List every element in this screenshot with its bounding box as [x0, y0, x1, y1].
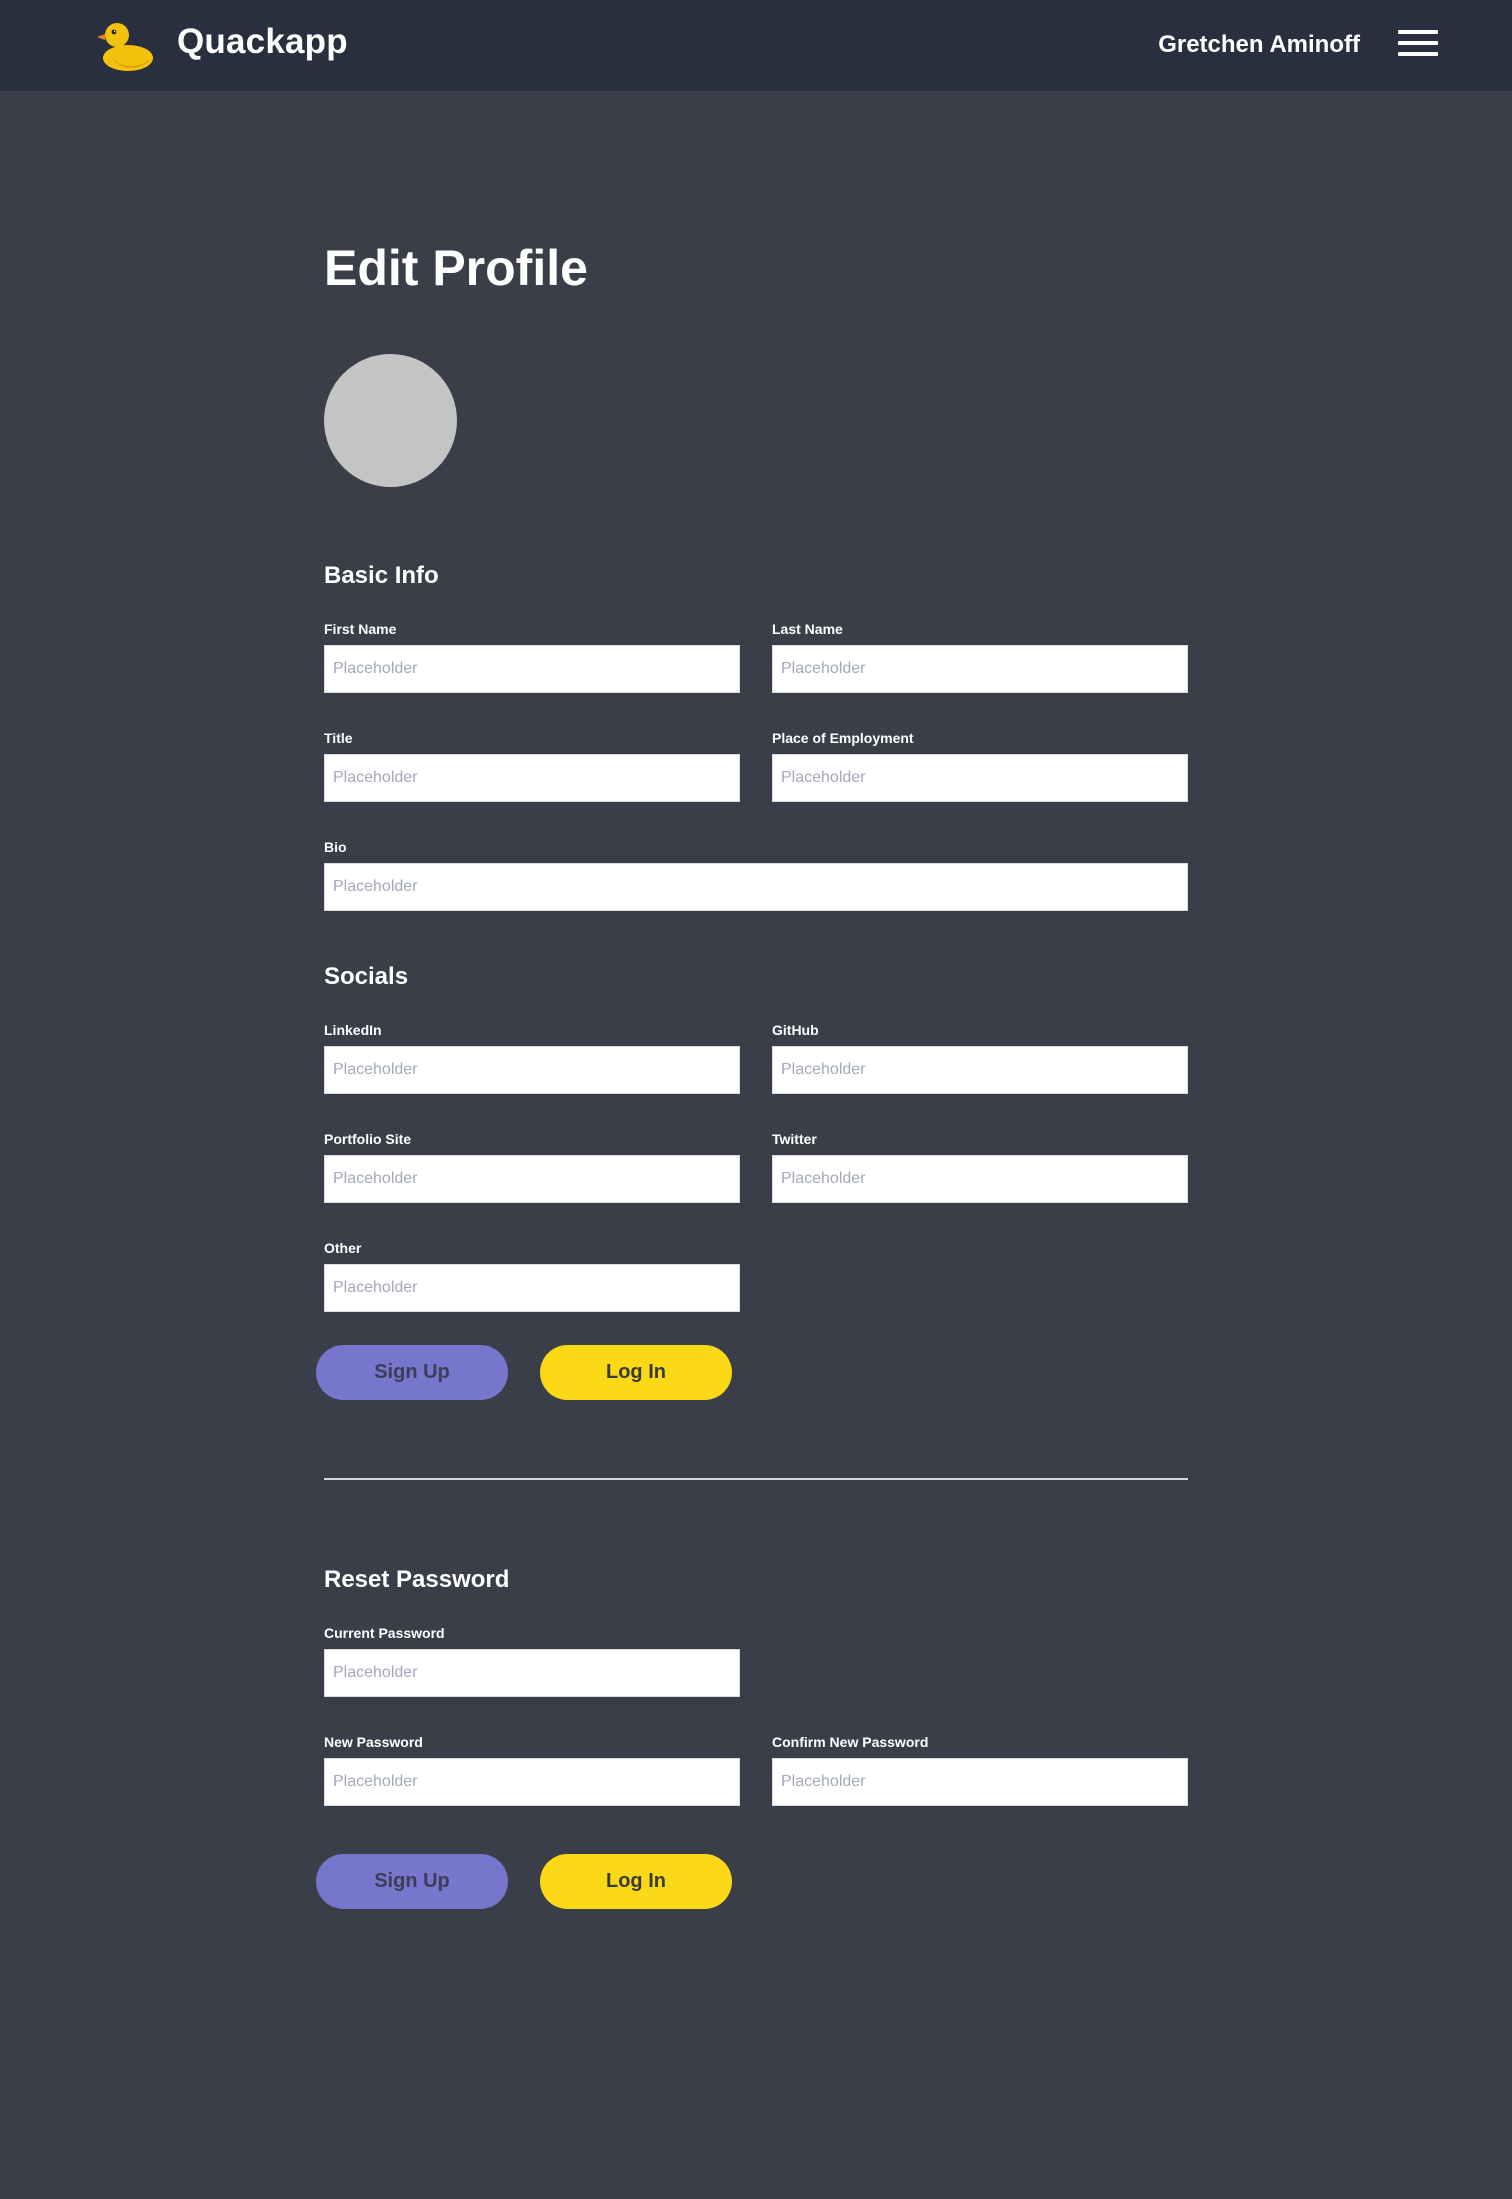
first-name-label: First Name — [324, 621, 397, 637]
other-label: Other — [324, 1240, 362, 1256]
new-password-label: New Password — [324, 1734, 423, 1750]
linkedin-field[interactable] — [324, 1046, 740, 1094]
password-log-in-button[interactable]: Log In — [540, 1854, 732, 1909]
reset-password-heading: Reset Password — [324, 1566, 510, 1593]
hamburger-menu-icon[interactable] — [1398, 30, 1438, 56]
current-password-field[interactable] — [324, 1649, 740, 1697]
confirm-password-label: Confirm New Password — [772, 1734, 929, 1750]
confirm-password-field[interactable] — [772, 1758, 1188, 1806]
socials-heading: Socials — [324, 963, 409, 990]
first-name-field[interactable] — [324, 645, 740, 693]
log-in-button[interactable]: Log In — [540, 1345, 732, 1400]
title-label: Title — [324, 730, 353, 746]
password-sign-up-button[interactable]: Sign Up — [316, 1854, 508, 1909]
new-password-field[interactable] — [324, 1758, 740, 1806]
duck-icon[interactable] — [96, 18, 154, 72]
bio-field[interactable] — [324, 863, 1188, 911]
twitter-field[interactable] — [772, 1155, 1188, 1203]
page-title: Edit Profile — [324, 240, 588, 296]
last-name-field[interactable] — [772, 645, 1188, 693]
title-field[interactable] — [324, 754, 740, 802]
section-divider — [324, 1478, 1188, 1480]
linkedin-label: LinkedIn — [324, 1022, 382, 1038]
twitter-label: Twitter — [772, 1131, 817, 1147]
portfolio-label: Portfolio Site — [324, 1131, 412, 1147]
basic-info-heading: Basic Info — [324, 562, 439, 589]
portfolio-field[interactable] — [324, 1155, 740, 1203]
app-name[interactable]: Quackapp — [177, 20, 348, 64]
bio-label: Bio — [324, 839, 347, 855]
other-field[interactable] — [324, 1264, 740, 1312]
employment-field[interactable] — [772, 754, 1188, 802]
top-navbar: Quackapp Gretchen Aminoff — [0, 0, 1512, 91]
github-field[interactable] — [772, 1046, 1188, 1094]
github-label: GitHub — [772, 1022, 819, 1038]
current-password-label: Current Password — [324, 1625, 445, 1641]
avatar[interactable] — [324, 354, 457, 487]
last-name-label: Last Name — [772, 621, 843, 637]
user-name[interactable]: Gretchen Aminoff — [1158, 29, 1360, 61]
sign-up-button[interactable]: Sign Up — [316, 1345, 508, 1400]
employment-label: Place of Employment — [772, 730, 914, 746]
